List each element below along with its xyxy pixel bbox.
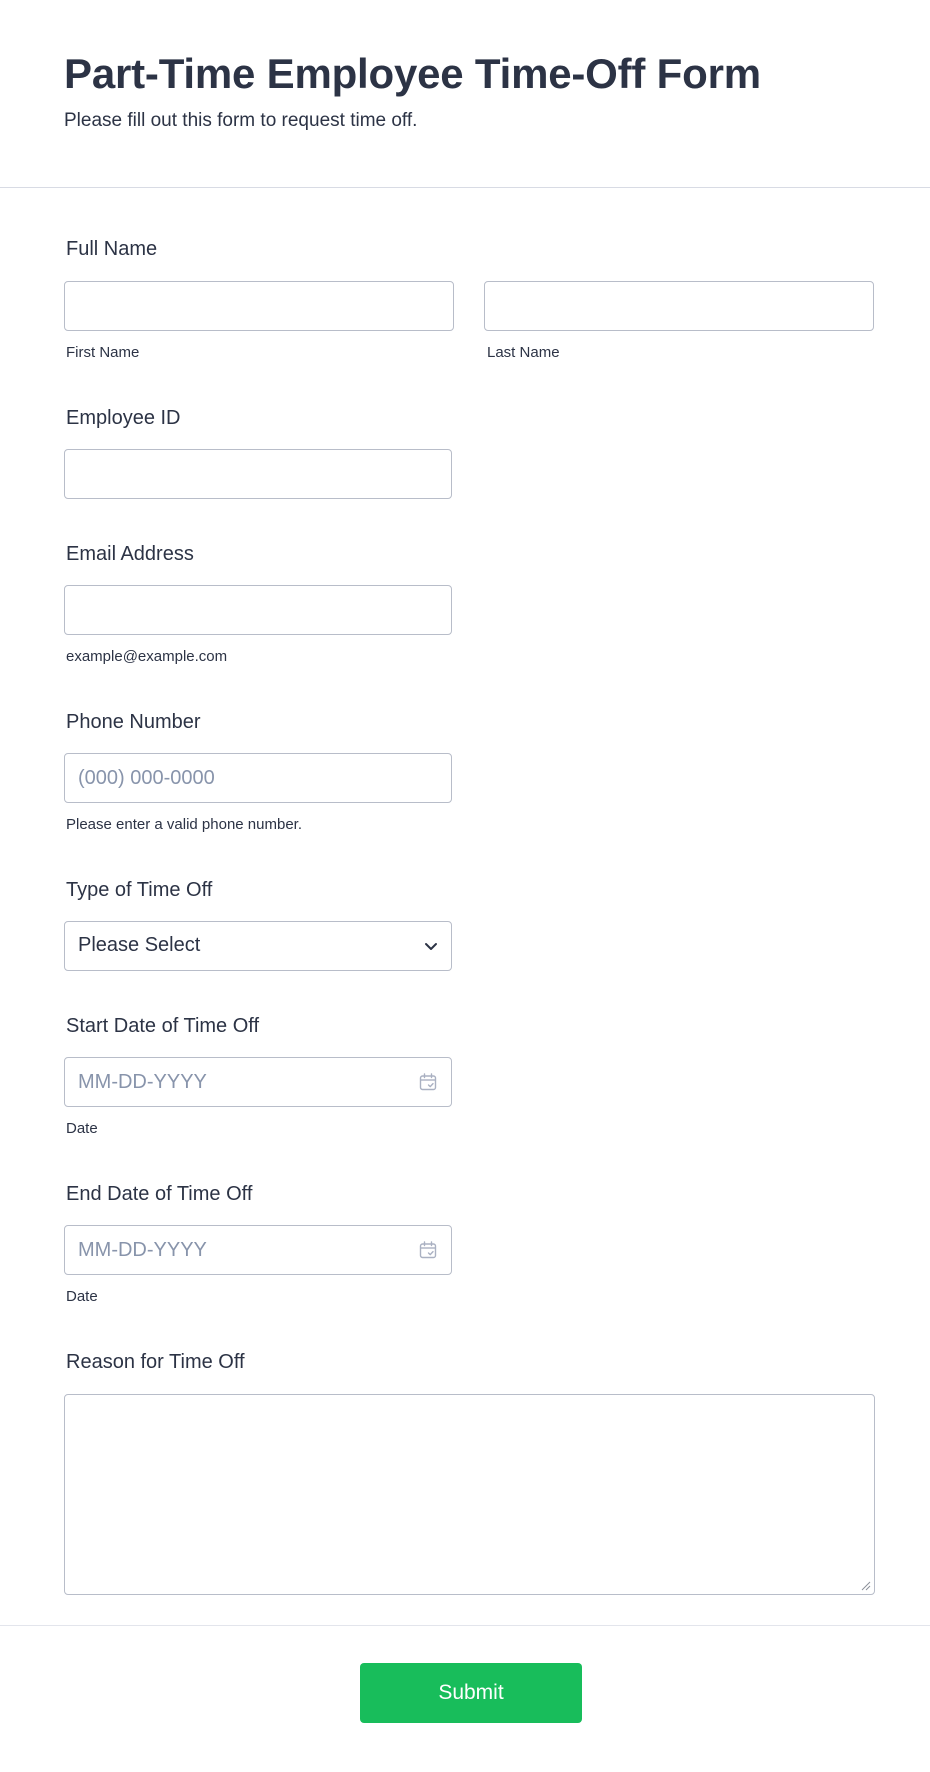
- reason-label: Reason for Time Off: [66, 1351, 245, 1373]
- employee-id-label: Employee ID: [66, 407, 181, 429]
- phone-input[interactable]: [64, 753, 452, 803]
- email-label: Email Address: [66, 543, 194, 565]
- phone-label: Phone Number: [66, 711, 201, 733]
- calendar-icon[interactable]: [419, 1241, 437, 1259]
- time-off-type-selected: Please Select: [78, 934, 201, 956]
- time-off-type-select[interactable]: Please Select: [64, 921, 452, 971]
- start-date-sublabel: Date: [66, 1120, 98, 1137]
- calendar-icon[interactable]: [419, 1073, 437, 1091]
- first-name-sublabel: First Name: [66, 344, 140, 361]
- start-date-input[interactable]: [65, 1058, 405, 1106]
- full-name-label: Full Name: [66, 238, 158, 260]
- page-subtitle: Please fill out this form to request tim…: [64, 110, 418, 131]
- form-header: Part-Time Employee Time-Off Form Please …: [0, 0, 930, 188]
- page-title: Part-Time Employee Time-Off Form: [64, 50, 761, 97]
- end-date-field[interactable]: [64, 1225, 452, 1275]
- last-name-input[interactable]: [484, 281, 874, 331]
- last-name-sublabel: Last Name: [487, 344, 560, 361]
- end-date-label: End Date of Time Off: [66, 1183, 253, 1205]
- footer-divider: [0, 1625, 930, 1626]
- end-date-sublabel: Date: [66, 1288, 98, 1305]
- start-date-label: Start Date of Time Off: [66, 1015, 260, 1037]
- time-off-type-label: Type of Time Off: [66, 879, 213, 901]
- phone-sublabel: Please enter a valid phone number.: [66, 816, 302, 833]
- start-date-field[interactable]: [64, 1057, 452, 1107]
- email-input[interactable]: [64, 585, 452, 635]
- chevron-down-icon: [425, 943, 437, 950]
- submit-button[interactable]: Submit: [360, 1663, 582, 1723]
- employee-id-input[interactable]: [64, 449, 452, 499]
- email-sublabel: example@example.com: [66, 648, 228, 665]
- resize-grip-icon[interactable]: [859, 1579, 871, 1591]
- reason-textarea[interactable]: [64, 1394, 875, 1595]
- end-date-input[interactable]: [65, 1226, 405, 1274]
- first-name-input[interactable]: [64, 281, 454, 331]
